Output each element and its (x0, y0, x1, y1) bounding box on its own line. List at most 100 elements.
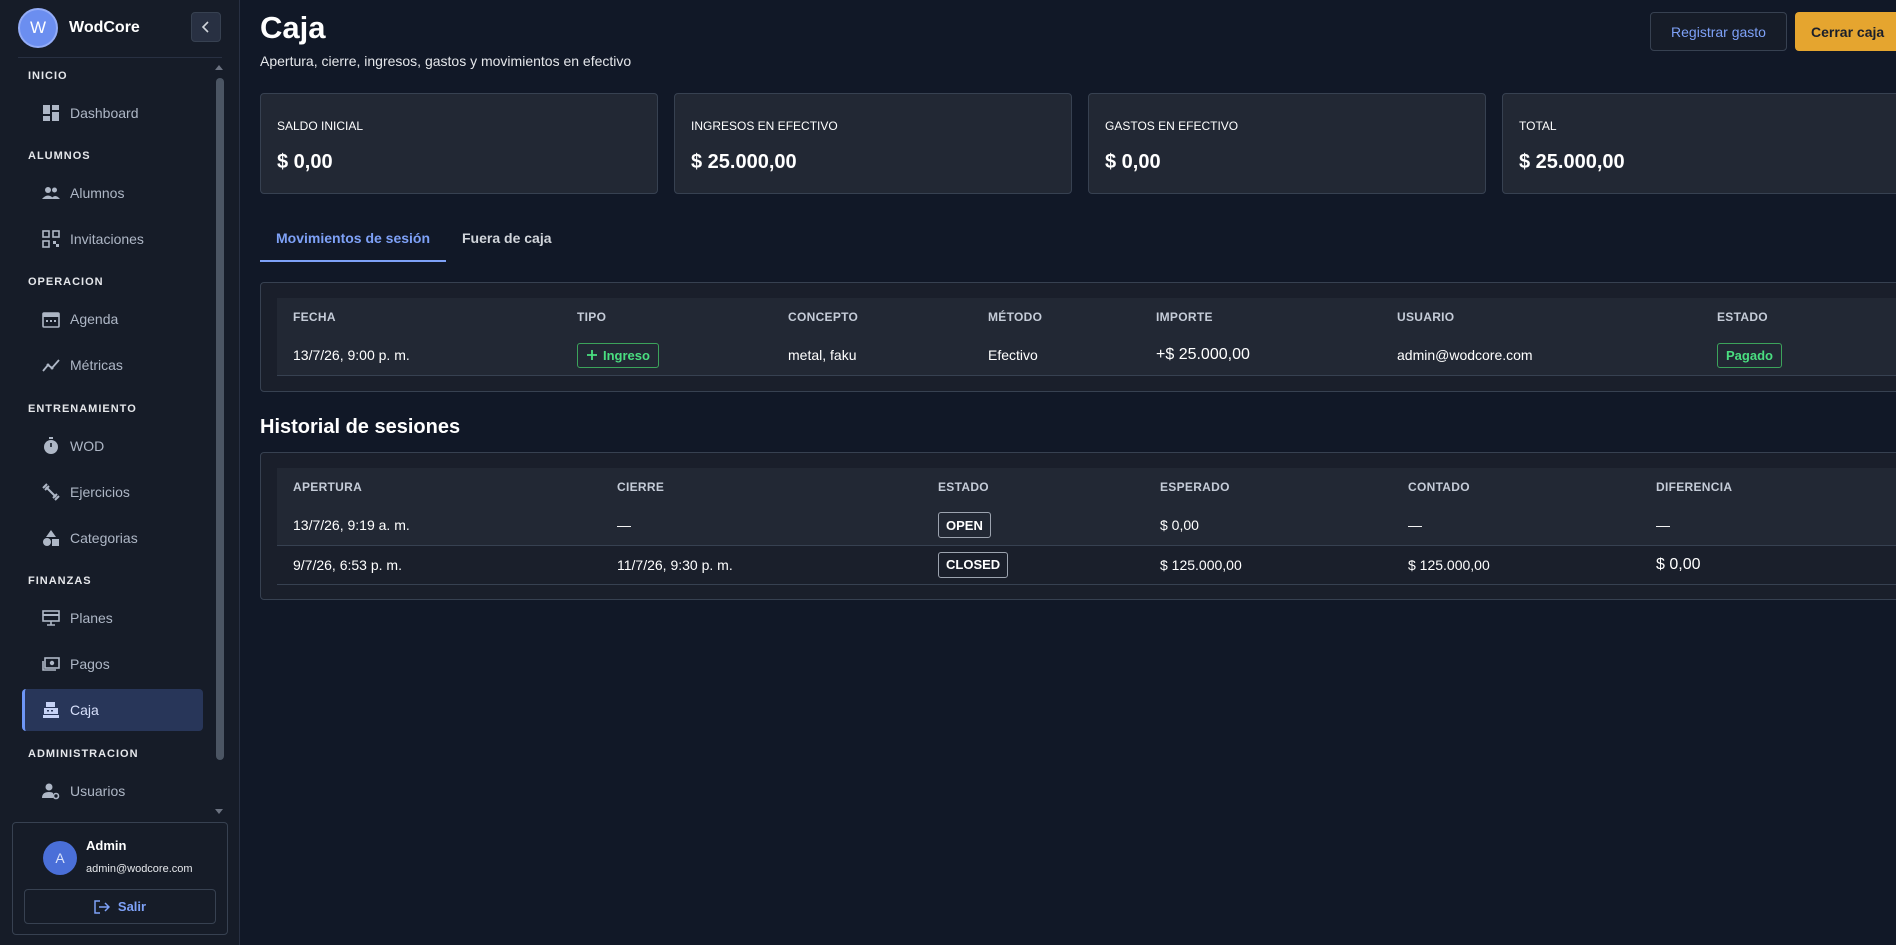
nav-section-finanzas: FINANZAS (28, 575, 92, 587)
stat-label: INGRESOS EN EFECTIVO (691, 119, 838, 133)
sidebar-item-categorias[interactable]: Categorias (22, 517, 203, 559)
cell-usuario: admin@wodcore.com (1381, 336, 1701, 376)
user-email: admin@wodcore.com (86, 863, 193, 875)
cell-concepto: metal, faku (772, 336, 972, 376)
column-header: FECHA (277, 298, 561, 336)
payments-icon (42, 657, 60, 671)
cell-cierre: — (601, 506, 922, 546)
table-row[interactable]: 13/7/26, 9:00 p. m. Ingreso metal, faku … (277, 336, 1896, 376)
page-title: Caja (260, 10, 326, 45)
tab-movimientos-sesion[interactable]: Movimientos de sesión (260, 222, 446, 262)
cell-contado: — (1392, 506, 1640, 546)
table-row[interactable]: 13/7/26, 9:19 a. m. — OPEN $ 0,00 — — (277, 506, 1896, 546)
nav-section-operacion: OPERACION (28, 276, 104, 288)
column-header: CIERRE (601, 468, 922, 506)
type-badge: Ingreso (577, 342, 659, 368)
stat-label: TOTAL (1519, 119, 1557, 133)
column-header: ESTADO (1701, 298, 1896, 336)
cell-diferencia: $ 0,00 (1640, 545, 1896, 585)
sidebar-item-alumnos[interactable]: Alumnos (22, 172, 203, 214)
nav-section-administracion: ADMINISTRACION (28, 748, 139, 760)
register-expense-button[interactable]: Registrar gasto (1650, 12, 1787, 51)
sidebar-item-invitaciones[interactable]: Invitaciones (22, 218, 203, 260)
history-title: Historial de sesiones (260, 416, 461, 438)
collapse-sidebar-button[interactable] (191, 12, 221, 42)
cell-apertura: 13/7/26, 9:19 a. m. (277, 506, 601, 546)
history-panel: APERTURA CIERRE ESTADO ESPERADO CONTADO … (260, 452, 1896, 600)
column-header: CONCEPTO (772, 298, 972, 336)
sidebar-item-label: Pagos (70, 656, 110, 672)
dashboard-icon (43, 105, 59, 121)
user-settings-icon (42, 783, 60, 800)
nav-section-inicio: INICIO (28, 70, 68, 82)
sidebar-item-label: Categorias (70, 530, 138, 546)
cell-estado: Pagado (1701, 336, 1896, 376)
sidebar-item-planes[interactable]: Planes (22, 597, 203, 639)
logout-label: Salir (117, 899, 147, 914)
sidebar-item-dashboard[interactable]: Dashboard (22, 92, 203, 134)
sidebar-item-caja[interactable]: Caja (22, 689, 203, 731)
column-header: IMPORTE (1140, 298, 1381, 336)
cell-estado: CLOSED (922, 545, 1144, 585)
plans-icon (42, 610, 60, 626)
scroll-down-arrow-icon[interactable] (215, 809, 223, 814)
sidebar-item-ejercicios[interactable]: Ejercicios (22, 471, 203, 513)
cell-apertura: 9/7/26, 6:53 p. m. (277, 545, 601, 585)
close-register-button[interactable]: Cerrar caja (1795, 12, 1896, 51)
movements-panel: FECHA TIPO CONCEPTO MÉTODO IMPORTE USUAR… (260, 282, 1896, 392)
column-header: ESTADO (922, 468, 1144, 506)
stat-label: GASTOS EN EFECTIVO (1105, 119, 1239, 133)
user-card: A Admin admin@wodcore.com Salir (12, 822, 228, 935)
sidebar-nav: INICIO Dashboard ALUMNOS Alumnos Invitac… (0, 58, 212, 820)
sidebar-item-label: Métricas (70, 357, 123, 373)
cash-register-icon (43, 702, 59, 718)
cell-estado: OPEN (922, 506, 1144, 546)
tab-fuera-de-caja[interactable]: Fuera de caja (462, 222, 572, 262)
stat-card-gastos-efectivo: GASTOS EN EFECTIVO $ 0,00 (1088, 93, 1486, 194)
sidebar-item-agenda[interactable]: Agenda (22, 298, 203, 340)
sidebar-item-metricas[interactable]: Métricas (22, 344, 203, 386)
plus-icon (587, 350, 597, 361)
column-header: CONTADO (1392, 468, 1640, 506)
nav-section-alumnos: ALUMNOS (28, 150, 91, 162)
sidebar-item-usuarios[interactable]: Usuarios (22, 770, 203, 812)
sidebar-scrollbar[interactable] (212, 62, 226, 818)
sidebar-item-label: WOD (70, 438, 105, 454)
sidebar-item-pagos[interactable]: Pagos (22, 643, 203, 685)
dumbbell-icon (42, 483, 60, 501)
column-header: APERTURA (277, 468, 601, 506)
qr-code-icon (42, 230, 60, 248)
user-name: Admin (86, 838, 127, 853)
scroll-thumb[interactable] (216, 78, 224, 760)
logout-button[interactable]: Salir (24, 889, 216, 924)
column-header: MÉTODO (972, 298, 1140, 336)
history-table: APERTURA CIERRE ESTADO ESPERADO CONTADO … (277, 468, 1896, 585)
cell-tipo: Ingreso (561, 336, 772, 376)
calendar-icon (42, 312, 60, 328)
cell-cierre: 11/7/26, 9:30 p. m. (601, 545, 922, 585)
sidebar-item-label: Planes (70, 610, 113, 626)
sidebar-item-label: Agenda (70, 311, 119, 327)
stat-value: $ 25.000,00 (1519, 151, 1625, 173)
sidebar-item-label: Dashboard (70, 105, 139, 121)
brand-name: WodCore (69, 19, 140, 36)
stat-value: $ 0,00 (1105, 151, 1161, 173)
stat-label: SALDO INICIAL (277, 119, 364, 133)
metrics-icon (42, 359, 60, 372)
scroll-up-arrow-icon[interactable] (215, 65, 223, 70)
status-badge: Pagado (1717, 342, 1782, 368)
stat-value: $ 0,00 (277, 151, 333, 173)
sidebar-item-label: Ejercicios (70, 484, 130, 500)
nav-section-entrenamiento: ENTRENAMIENTO (28, 403, 137, 415)
column-header: DIFERENCIA (1640, 468, 1896, 506)
table-row[interactable]: 9/7/26, 6:53 p. m. 11/7/26, 9:30 p. m. C… (277, 545, 1896, 585)
brand: W WodCore (18, 8, 140, 48)
type-label: Ingreso (603, 347, 650, 363)
sidebar: W WodCore INICIO Dashboard ALUMNOS Alumn… (0, 0, 240, 945)
status-badge: OPEN (938, 512, 991, 539)
stat-card-ingresos-efectivo: INGRESOS EN EFECTIVO $ 25.000,00 (674, 93, 1072, 194)
cell-importe: +$ 25.000,00 (1140, 336, 1381, 376)
sidebar-item-wod[interactable]: WOD (22, 425, 203, 467)
cell-diferencia: — (1640, 506, 1896, 546)
people-icon (42, 187, 60, 199)
